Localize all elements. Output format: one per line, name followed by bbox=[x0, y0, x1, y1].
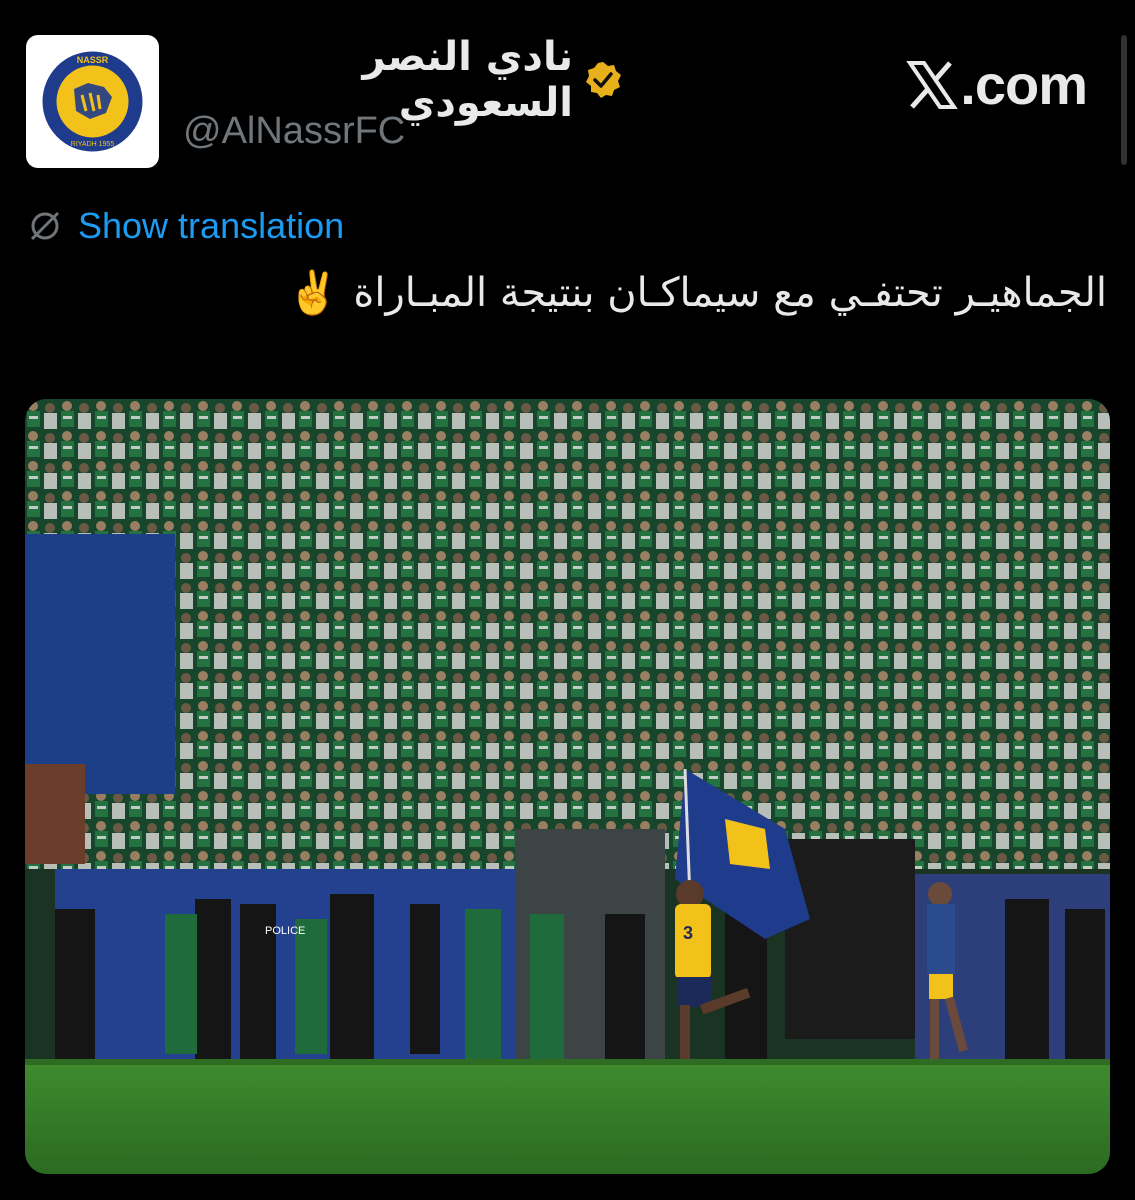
stadium-celebration-image: POLICE 3 bbox=[25, 399, 1110, 1174]
site-label: .com bbox=[906, 52, 1088, 117]
account-name-row[interactable]: نادي النصر السعودي bbox=[183, 34, 623, 126]
show-translation-link[interactable]: Show translation bbox=[78, 205, 344, 247]
translate-row[interactable]: Show translation bbox=[26, 205, 344, 247]
scrollbar[interactable] bbox=[1121, 35, 1127, 165]
globe-slash-icon bbox=[30, 211, 60, 241]
site-label-text: .com bbox=[960, 53, 1088, 116]
victory-hand-icon: ✌️ bbox=[287, 268, 340, 317]
nassr-crest-icon: NASSR RIYADH 1955 bbox=[42, 51, 143, 152]
account-handle[interactable]: @AlNassrFC bbox=[183, 110, 405, 153]
tweet-text: الجماهيـر تحتفـي مع سيماكـان بنتيجة المب… bbox=[287, 268, 1107, 318]
police-sign: POLICE bbox=[265, 925, 305, 937]
tweet-text-body: الجماهيـر تحتفـي مع سيماكـان بنتيجة المب… bbox=[353, 270, 1107, 316]
club-logo-avatar[interactable]: NASSR RIYADH 1955 bbox=[26, 35, 159, 168]
logo-text-top: NASSR bbox=[77, 55, 109, 65]
player-jersey-number: 3 bbox=[683, 923, 693, 943]
tweet-header: NASSR RIYADH 1955 نادي النصر السعودي @Al… bbox=[0, 0, 1135, 190]
tweet-photo[interactable]: POLICE 3 bbox=[25, 399, 1110, 1174]
logo-text-bottom: RIYADH 1955 bbox=[71, 141, 115, 148]
verified-badge-icon bbox=[586, 62, 621, 98]
x-logo-icon bbox=[906, 60, 959, 109]
